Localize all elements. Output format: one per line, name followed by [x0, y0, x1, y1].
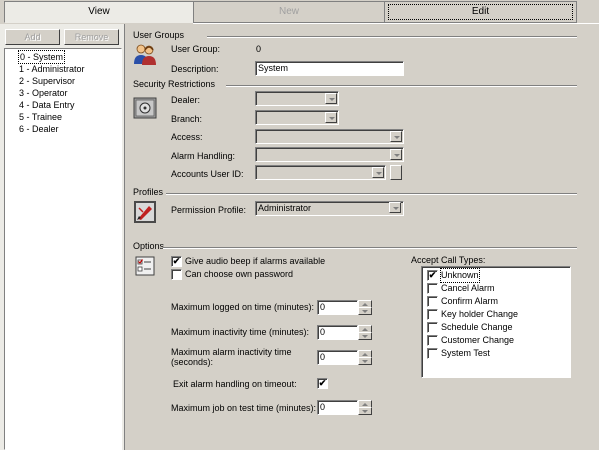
max-alarm-inactivity-spinner[interactable] [358, 350, 372, 365]
call-type-label: Cancel Alarm [441, 283, 495, 293]
call-type-label: Schedule Change [441, 322, 513, 332]
permission-profile-select[interactable]: Administrator [255, 201, 404, 216]
tab-new[interactable]: New [193, 1, 385, 23]
max-inactivity-input[interactable]: 0 [317, 325, 358, 340]
spin-down-icon[interactable] [358, 307, 372, 315]
tab-edit-label: Edit [388, 4, 573, 20]
audio-beep-checkbox[interactable]: ✔ [171, 256, 182, 267]
tab-view[interactable]: View [4, 1, 194, 23]
accept-call-types-title: Accept Call Types: [411, 255, 486, 265]
list-item[interactable]: 1 - Administrator [19, 63, 85, 75]
user-groups-title: User Groups [133, 30, 185, 40]
call-type-checkbox[interactable] [427, 348, 438, 359]
max-logged-label: Maximum logged on time (minutes): [171, 302, 315, 312]
call-type-checkbox[interactable] [427, 322, 438, 333]
security-divider [226, 85, 577, 87]
list-item[interactable]: 3 - Operator [19, 87, 68, 99]
branch-dropdown-arrow[interactable] [325, 112, 337, 123]
options-title: Options [133, 241, 165, 251]
max-alarm-inactivity-input[interactable]: 0 [317, 350, 358, 365]
accounts-user-id-label: Accounts User ID: [171, 169, 244, 179]
audio-beep-label: Give audio beep if alarms available [185, 256, 326, 266]
accept-call-types-list[interactable]: ✔ Unknown Cancel Alarm Confirm Alarm Key … [421, 266, 571, 378]
add-button[interactable]: Add [5, 29, 60, 45]
permission-profile-icon [134, 201, 156, 223]
exit-alarm-label: Exit alarm handling on timeout: [173, 379, 297, 389]
call-type-checkbox[interactable]: ✔ [427, 270, 438, 281]
remove-button[interactable]: Remove [64, 29, 119, 45]
max-job-label: Maximum job on test time (minutes): [171, 403, 317, 413]
max-alarm-inactivity-label: Maximum alarm inactivity time [171, 347, 292, 357]
spin-down-icon[interactable] [358, 407, 372, 415]
max-logged-spinner[interactable] [358, 300, 372, 315]
description-field[interactable]: System [255, 61, 404, 76]
branch-select[interactable] [255, 110, 339, 125]
dealer-dropdown-arrow[interactable] [325, 93, 337, 104]
user-group-list[interactable]: 0 - System 1 - Administrator 2 - Supervi… [4, 48, 122, 450]
dealer-label: Dealer: [171, 95, 201, 105]
call-type-label: Key holder Change [441, 309, 519, 319]
access-select[interactable] [255, 129, 404, 144]
call-type-label: Customer Change [441, 335, 515, 345]
call-type-checkbox[interactable] [427, 283, 438, 294]
branch-label: Branch: [171, 114, 203, 124]
description-label: Description: [171, 64, 219, 74]
security-restrictions-title: Security Restrictions [133, 79, 216, 89]
accounts-user-id-dropdown-arrow[interactable] [372, 167, 384, 178]
call-type-checkbox[interactable] [427, 296, 438, 307]
safe-icon [133, 97, 157, 119]
profiles-divider [166, 193, 577, 195]
options-checklist-icon [135, 256, 155, 276]
spin-down-icon[interactable] [358, 332, 372, 340]
spin-down-icon[interactable] [358, 357, 372, 365]
user-group-value: 0 [256, 44, 262, 54]
permission-profile-dropdown-arrow[interactable] [389, 202, 401, 213]
users-icon [134, 44, 156, 65]
access-dropdown-arrow[interactable] [390, 131, 402, 142]
list-item[interactable]: 2 - Supervisor [19, 75, 75, 87]
options-divider [163, 247, 577, 249]
max-alarm-inactivity-label-units: (seconds): [171, 357, 214, 367]
alarm-handling-select[interactable] [255, 147, 404, 162]
call-type-label: Unknown [440, 268, 480, 283]
exit-alarm-checkbox[interactable]: ✔ [317, 378, 328, 389]
max-logged-input[interactable]: 0 [317, 300, 358, 315]
tab-view-label: View [88, 6, 110, 17]
list-item[interactable]: 0 - System [17, 50, 66, 64]
list-item[interactable]: 6 - Dealer [19, 123, 59, 135]
tab-new-label: New [278, 6, 299, 17]
accounts-user-id-select[interactable] [255, 165, 386, 180]
user-group-label: User Group: [171, 44, 221, 54]
user-groups-divider [207, 36, 577, 38]
max-inactivity-label: Maximum inactivity time (minutes): [171, 327, 310, 337]
permission-profile-label: Permission Profile: [171, 205, 247, 215]
call-type-checkbox[interactable] [427, 309, 438, 320]
tab-edit[interactable]: Edit [384, 1, 577, 23]
max-job-spinner[interactable] [358, 400, 372, 415]
max-inactivity-spinner[interactable] [358, 325, 372, 340]
call-type-label: Confirm Alarm [441, 296, 499, 306]
own-password-label: Can choose own password [185, 269, 294, 279]
list-item[interactable]: 4 - Data Entry [19, 99, 75, 111]
access-label: Access: [171, 132, 203, 142]
call-type-label: System Test [441, 348, 490, 358]
profiles-title: Profiles [133, 187, 164, 197]
call-type-checkbox[interactable] [427, 335, 438, 346]
list-item[interactable]: 5 - Trainee [19, 111, 62, 123]
alarm-handling-dropdown-arrow[interactable] [390, 149, 402, 160]
own-password-checkbox[interactable] [171, 269, 182, 280]
alarm-handling-label: Alarm Handling: [171, 151, 236, 161]
dealer-select[interactable] [255, 91, 339, 106]
max-job-input[interactable]: 0 [317, 400, 358, 415]
accounts-user-id-browse-button[interactable] [390, 165, 402, 180]
